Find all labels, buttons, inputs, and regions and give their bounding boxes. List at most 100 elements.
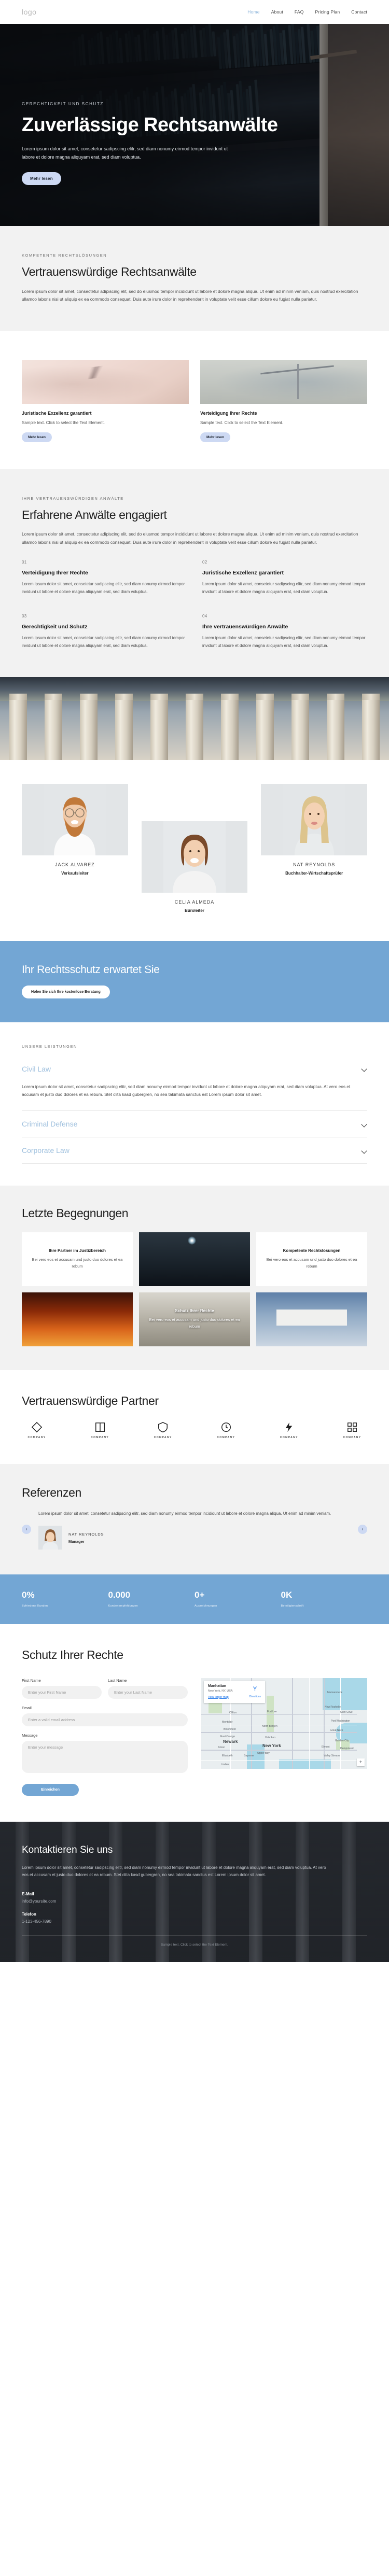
blog-cell-title: Kompetente Rechtslösungen <box>283 1248 341 1254</box>
card-read-more-button[interactable]: Mehr lesen <box>22 432 52 442</box>
accordion-header-criminal-defense[interactable]: Criminal Defense <box>22 1111 367 1137</box>
blog-cell-image-police[interactable] <box>139 1232 250 1286</box>
partner-logo-5[interactable]: COMPANY <box>274 1421 304 1439</box>
team-member-nat-reynolds: NAT REYNOLDS Buchhalter-Wirtschaftsprüfe… <box>261 783 367 876</box>
card-verteidigung-ihrer-rechte: Verteidigung Ihrer Rechte Sample text. C… <box>200 359 367 442</box>
google-map[interactable]: Manhattan New York, NY, USA View larger … <box>201 1678 367 1769</box>
services-section: UNSERE LEISTUNGEN Civil Law Lorem ipsum … <box>0 1022 389 1186</box>
team-member-role: Buchhalter-Wirtschaftsprüfer <box>285 870 343 876</box>
chevron-down-icon[interactable] <box>362 1066 367 1072</box>
card-title: Verteidigung Ihrer Rechte <box>200 410 257 416</box>
testimonial-section-title: Referenzen <box>22 1486 81 1500</box>
accordion-header-civil-law[interactable]: Civil Law <box>22 1056 367 1082</box>
testimonial-prev-button[interactable]: ‹ <box>22 1525 31 1535</box>
feature-title: Gerechtigkeit und Schutz <box>22 623 88 630</box>
accordion-body: Lorem ipsum dolor sit amet, consetetur s… <box>22 1083 351 1097</box>
blog-grid: Ihre Partner im Justizbereich Bei vero e… <box>22 1232 367 1346</box>
engaged-title: Erfahrene Anwälte engagiert <box>22 508 167 522</box>
map-label: North Bergen <box>262 1724 277 1728</box>
map-zoom-in-button[interactable]: + <box>357 1758 365 1766</box>
stat-label: Beteiligtenschrift <box>281 1604 304 1608</box>
partner-logo-name: COMPANY <box>343 1436 362 1440</box>
bolt-icon <box>285 1423 293 1432</box>
map-label: Bayonne <box>244 1754 254 1757</box>
first-name-input[interactable] <box>22 1685 102 1699</box>
site-logo[interactable]: logo <box>22 8 36 16</box>
submit-button[interactable]: Einreichen <box>22 1783 79 1796</box>
accordion-header-corporate-law[interactable]: Corporate Law <box>22 1137 367 1163</box>
map-zoom-controls[interactable]: + <box>357 1758 365 1766</box>
partner-logo-3[interactable]: COMPANY <box>148 1421 178 1439</box>
partner-logo-name: COMPANY <box>154 1436 172 1440</box>
partner-logo-1[interactable]: COMPANY <box>22 1421 52 1439</box>
footer-text: Lorem ipsum dolor sit amet, consetetur s… <box>22 1865 326 1878</box>
stat-label: Kundenempfehlungen <box>108 1604 138 1608</box>
chevron-down-icon[interactable] <box>362 1121 367 1127</box>
feature-item-01: 01 Verteidigung Ihrer Rechte Lorem ipsum… <box>22 560 187 596</box>
blog-cell-title: Schutz Ihrer Rechte <box>175 1308 214 1314</box>
blog-cell-image-courthouse[interactable]: Schutz Ihrer Rechte Bei vero eos et accu… <box>139 1292 250 1346</box>
footer-title: Kontaktieren Sie uns <box>22 1844 113 1855</box>
map-label: Glen Cove <box>340 1710 353 1714</box>
feature-number: 04 <box>202 613 207 618</box>
nav-item-faq[interactable]: FAQ <box>295 9 304 15</box>
blog-cell-text: Bei vero eos et accusam und justo duo do… <box>266 1257 357 1269</box>
features-grid: 01 Verteidigung Ihrer Rechte Lorem ipsum… <box>22 560 367 650</box>
accordion-label: Civil Law <box>22 1064 51 1073</box>
footer-phone-value[interactable]: 1-123-456-7890 <box>22 1919 367 1924</box>
feature-item-02: 02 Juristische Exzellenz garantiert Lore… <box>202 560 367 596</box>
card-image-lady-justice <box>200 359 367 404</box>
blog-cell-partners[interactable]: Ihre Partner im Justizbereich Bei vero e… <box>22 1232 133 1286</box>
partner-logo-6[interactable]: COMPANY <box>337 1421 367 1439</box>
cta-free-consultation-button[interactable]: Holen Sie sich Ihre kostenlose Beratung <box>22 985 110 998</box>
prev-arrow-icon: ‹ <box>25 1527 27 1532</box>
stats-band: 0% Zufriedene Kunden 0.000 Kundenempfehl… <box>0 1574 389 1625</box>
footer-email-label: E-Mail <box>22 1892 34 1897</box>
nav-item-home[interactable]: Home <box>247 9 259 15</box>
partner-logo-2[interactable]: COMPANY <box>85 1421 115 1439</box>
stat-label: Zufriedene Kunden <box>22 1604 48 1608</box>
footer-email-value[interactable]: info@yoursite.com <box>22 1899 367 1904</box>
team-photo-woman-blonde-hair <box>261 783 367 855</box>
partners-title: Vertrauenswürdige Partner <box>22 1393 159 1407</box>
team-photo-man-beard-glasses <box>22 783 128 855</box>
testimonial-text: Lorem ipsum dolor sit amet, consetetur s… <box>38 1511 331 1516</box>
partner-logo-4[interactable]: COMPANY <box>211 1421 241 1439</box>
blog-cell-text: Bei vero eos et accusam und justo duo do… <box>149 1317 240 1329</box>
last-name-input[interactable] <box>108 1685 188 1699</box>
hero-subtitle: Lorem ipsum dolor sit amet, consetetur s… <box>22 146 228 160</box>
chevron-down-icon[interactable] <box>362 1148 367 1153</box>
hero-eyebrow: GERECHTIGKEIT UND SCHUTZ <box>22 102 104 106</box>
footer-divider <box>22 1935 367 1936</box>
footer-copyright: Sample text. Click to select the Text El… <box>161 1943 228 1947</box>
engaged-eyebrow: IHRE VERTRAUENSWÜRDIGEN ANWÄLTE <box>22 496 124 501</box>
testimonial-person: NAT REYNOLDS Manager <box>38 1526 351 1550</box>
blog-cell-image-march-protest[interactable] <box>256 1292 367 1346</box>
testimonial-next-button[interactable]: › <box>358 1525 367 1535</box>
footer-phone-label: Telefon <box>22 1912 36 1917</box>
map-directions-button[interactable]: Directions <box>249 1685 261 1698</box>
email-input[interactable] <box>22 1713 188 1726</box>
email-group: Email <box>22 1706 188 1726</box>
first-name-group: First Name <box>22 1678 102 1699</box>
nav-item-contact[interactable]: Contact <box>351 9 367 15</box>
map-label: Great Neck <box>330 1728 343 1732</box>
blog-cell-image-fire[interactable] <box>22 1292 133 1346</box>
map-label: Mamaroneck <box>327 1691 342 1694</box>
feature-item-04: 04 Ihre vertrauenswürdigen Anwälte Lorem… <box>202 614 367 650</box>
card-read-more-button[interactable]: Mehr lesen <box>200 432 230 442</box>
testimonial-section: Referenzen ‹ Lorem ipsum dolor sit amet,… <box>0 1464 389 1575</box>
nav-item-about[interactable]: About <box>271 9 283 15</box>
nav-item-pricing-plan[interactable]: Pricing Plan <box>315 9 340 15</box>
message-textarea[interactable] <box>22 1740 188 1773</box>
site-footer: Kontaktieren Sie uns Lorem ipsum dolor s… <box>0 1821 389 1963</box>
partners-section: Vertrauenswürdige Partner COMPANY COMPAN… <box>0 1370 389 1465</box>
map-directions-label: Directions <box>249 1695 261 1698</box>
feature-number: 01 <box>22 560 27 565</box>
blog-cell-rechtsloesungen[interactable]: Kompetente Rechtslösungen Bei vero eos e… <box>256 1232 367 1286</box>
feature-title: Ihre vertrauenswürdigen Anwälte <box>202 623 288 630</box>
hero-read-more-button[interactable]: Mehr lesen <box>22 172 61 185</box>
accordion-item-civil-law: Civil Law Lorem ipsum dolor sit amet, co… <box>22 1056 367 1111</box>
intro-text: Lorem ipsum dolor sit amet, consectetur … <box>22 288 358 302</box>
map-label: Bloomfield <box>224 1727 236 1731</box>
